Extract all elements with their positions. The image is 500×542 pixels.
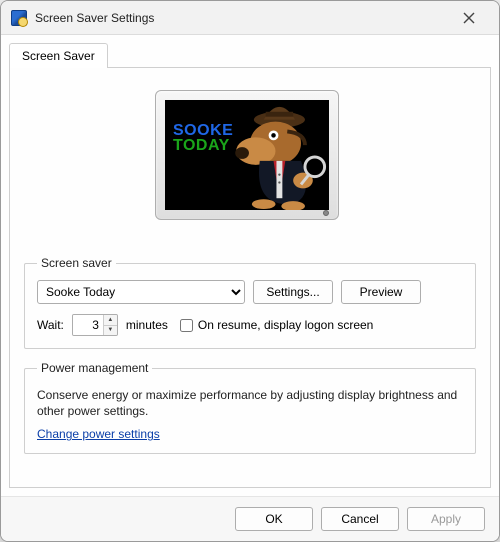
on-resume-text: On resume, display logon screen (198, 318, 373, 332)
cancel-button[interactable]: Cancel (321, 507, 399, 531)
on-resume-checkbox[interactable] (180, 319, 193, 332)
screen-saver-settings-window: Screen Saver Settings Screen Saver (0, 0, 500, 542)
dialog-footer: OK Cancel Apply (1, 496, 499, 541)
monitor-preview: SOOKE TODAY (155, 90, 345, 240)
client-area: Screen Saver (1, 35, 499, 496)
preview-logo-line2: TODAY (173, 137, 233, 155)
close-button[interactable] (449, 3, 489, 33)
spinner-down-icon[interactable]: ▼ (104, 326, 117, 336)
window-title: Screen Saver Settings (35, 11, 449, 25)
screen-saver-fieldset: Screen saver Sooke Today Settings... Pre… (24, 256, 476, 349)
screensaver-preview-image (165, 100, 329, 210)
power-management-text: Conserve energy or maximize performance … (37, 387, 463, 419)
tabstrip: Screen Saver (9, 42, 491, 67)
apply-button[interactable]: Apply (407, 507, 485, 531)
wait-spinner[interactable]: ▲ ▼ (72, 314, 118, 336)
screensaver-select[interactable]: Sooke Today (37, 280, 245, 304)
ok-button[interactable]: OK (235, 507, 313, 531)
tab-panel: SOOKE TODAY Screen saver Sooke Today Set… (9, 67, 491, 488)
tab-screen-saver[interactable]: Screen Saver (9, 43, 108, 68)
close-icon (463, 12, 475, 24)
screensaver-preview-area: SOOKE TODAY (24, 80, 476, 256)
spinner-up-icon[interactable]: ▲ (104, 315, 117, 326)
monitor-led-icon (323, 210, 329, 216)
minutes-label: minutes (126, 318, 168, 332)
screen-saver-legend: Screen saver (37, 256, 116, 270)
settings-button[interactable]: Settings... (253, 280, 333, 304)
wait-input[interactable] (73, 315, 103, 335)
on-resume-checkbox-label[interactable]: On resume, display logon screen (180, 318, 373, 332)
titlebar: Screen Saver Settings (1, 1, 499, 35)
window-icon (11, 10, 27, 26)
power-management-legend: Power management (37, 361, 152, 375)
change-power-settings-link[interactable]: Change power settings (37, 427, 160, 441)
wait-label: Wait: (37, 318, 64, 332)
power-management-fieldset: Power management Conserve energy or maxi… (24, 361, 476, 454)
preview-button[interactable]: Preview (341, 280, 421, 304)
